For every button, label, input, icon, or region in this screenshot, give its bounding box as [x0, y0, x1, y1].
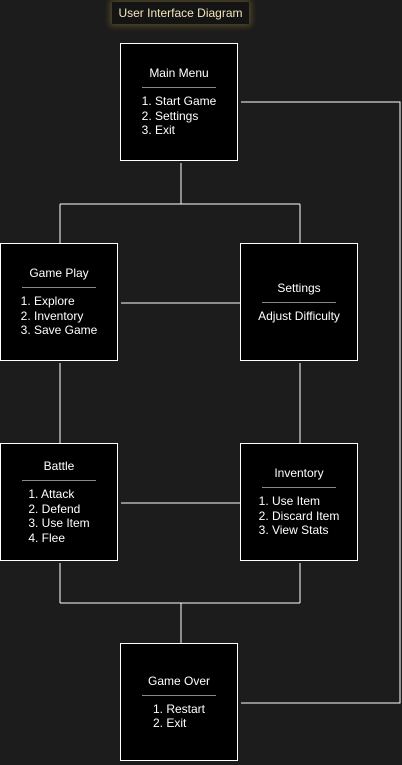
node-title: Game Over — [147, 673, 210, 688]
node-title: Settings — [277, 280, 321, 295]
list-item: 2. Defend — [28, 501, 81, 516]
list-item: 3. View Stats — [258, 523, 329, 538]
node-inventory: Inventory 1. Use Item 2. Discard Item 3.… — [240, 443, 358, 561]
list-item: 2. Exit — [152, 716, 187, 730]
node-items: Adjust Difficulty — [258, 309, 340, 324]
node-divider — [142, 694, 216, 696]
node-divider — [262, 487, 336, 489]
node-main-menu: Main Menu 1. Start Game 2. Settings 3. E… — [120, 43, 238, 161]
list-item: 4. Flee — [28, 530, 65, 545]
list-item: 1. Attack — [28, 487, 75, 501]
list-item: 1. Start Game — [141, 94, 217, 109]
node-divider — [262, 301, 336, 303]
list-item: 1. Explore — [20, 294, 75, 309]
node-items: 1. Explore 2. Inventory 3. Save Game — [21, 294, 98, 338]
list-item: 2. Settings — [141, 108, 199, 123]
node-title: Battle — [43, 459, 75, 473]
node-divider — [22, 287, 96, 289]
list-item: Adjust Difficulty — [258, 308, 340, 323]
list-item: 1. Restart — [152, 701, 206, 716]
connector-right-loop — [241, 101, 401, 704]
list-item: 3. Use Item — [28, 516, 90, 530]
node-items: 1. Start Game 2. Settings 3. Exit — [142, 94, 217, 138]
node-settings: Settings Adjust Difficulty — [240, 243, 358, 361]
node-divider — [22, 480, 96, 481]
node-divider — [142, 87, 216, 89]
node-game-play: Game Play 1. Explore 2. Inventory 3. Sav… — [0, 243, 118, 361]
node-game-over: Game Over 1. Restart 2. Exit — [120, 643, 238, 761]
node-title: Main Menu — [149, 66, 209, 81]
node-items: 1. Attack 2. Defend 3. Use Item 4. Flee — [28, 487, 89, 545]
node-items: 1. Use Item 2. Discard Item 3. View Stat… — [259, 494, 340, 538]
list-item: 3. Save Game — [20, 323, 98, 338]
node-title: Game Play — [29, 266, 89, 281]
node-items: 1. Restart 2. Exit — [153, 702, 205, 731]
node-battle: Battle 1. Attack 2. Defend 3. Use Item 4… — [0, 443, 118, 561]
list-item: 3. Exit — [141, 123, 175, 138]
list-item: 2. Discard Item — [258, 508, 340, 523]
list-item: 2. Inventory — [20, 308, 84, 323]
node-title: Inventory — [274, 466, 324, 481]
list-item: 1. Use Item — [258, 494, 320, 509]
